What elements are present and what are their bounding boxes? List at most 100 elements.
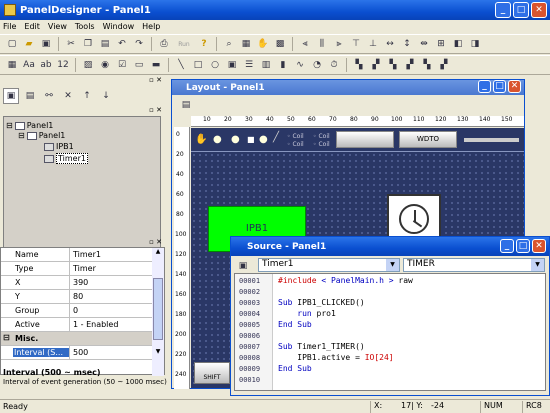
move-up-icon[interactable]: ↑ [79,88,95,104]
hierarchy-icon[interactable]: ⚯ [41,88,57,104]
code-line[interactable]: End Sub [278,320,312,329]
bulb-icon[interactable]: ● [259,134,268,145]
menu-view[interactable]: View [48,22,67,31]
bitmap-icon[interactable]: ▨ [80,57,96,73]
image-icon[interactable]: ▣ [224,57,240,73]
text-icon[interactable]: Aa [21,57,37,73]
layout-close-button[interactable]: ✕ [508,80,521,93]
prop-row[interactable]: X 390 [1,276,153,290]
shift-button[interactable]: SHIFT [194,362,230,384]
collapse-icon[interactable]: ⊟ [3,333,10,342]
number-icon[interactable]: 12 [55,57,71,73]
prop-row[interactable]: Group 0 [1,304,153,318]
open-icon[interactable]: ▰ [21,36,37,52]
same-height-icon[interactable]: ↕ [399,36,415,52]
code-line[interactable]: run pro1 [278,309,336,318]
tree-item-ipb1[interactable]: IPB1 [44,142,74,151]
toggle-icon[interactable]: ▬ [148,57,164,73]
chart-icon[interactable]: ▮ [275,57,291,73]
grid-icon[interactable]: ▩ [272,36,288,52]
stop-icon[interactable]: ■ [247,135,255,144]
source-maximize-button[interactable]: □ [516,239,530,253]
align-right-icon[interactable]: ⫸ [331,36,347,52]
align-top-icon[interactable]: ⊤ [348,36,364,52]
ellipse-icon[interactable]: ○ [207,57,223,73]
order-4-icon[interactable]: ▞ [402,57,418,73]
prop-row[interactable]: Y 80 [1,290,153,304]
prop-row[interactable]: Active 1 - Enabled [1,318,153,332]
line-icon[interactable]: ╲ [173,57,189,73]
move-down-icon[interactable]: ↓ [98,88,114,104]
zoom-icon[interactable]: ⌕ [221,36,237,52]
tree-root[interactable]: ⊟ Panel1 [6,121,53,130]
code-line[interactable]: Sub IPB1_CLICKED() [278,298,365,307]
expand-icon[interactable]: ⊟ [18,131,25,140]
prop-row[interactable]: Name Timer1 [1,248,153,262]
menu-tools[interactable]: Tools [75,22,95,31]
option-4[interactable]: ◦ Coil [313,141,330,148]
new-icon[interactable]: ▢ [4,36,20,52]
label-icon[interactable]: ab [38,57,54,73]
panel-pin[interactable]: ▫ ✕ [0,76,165,86]
table-icon[interactable]: ▦ [4,57,20,73]
close-button[interactable]: ✕ [531,2,547,18]
order-2-icon[interactable]: ▞ [368,57,384,73]
minimize-button[interactable]: _ [495,2,511,18]
chevron-down-icon[interactable]: ▼ [531,259,544,271]
order-5-icon[interactable]: ▚ [419,57,435,73]
layout-page-icon[interactable]: ▤ [178,97,194,113]
menu-window[interactable]: Window [103,22,135,31]
redo-icon[interactable]: ↷ [131,36,147,52]
code-line[interactable]: Sub Timer1_TIMER() [278,342,365,351]
send-back-icon[interactable]: ◨ [467,36,483,52]
layout-maximize-button[interactable]: □ [493,80,506,93]
option-1[interactable]: ◦ Coil [287,133,304,140]
pen-icon[interactable]: ╱ [273,132,279,143]
cut-icon[interactable]: ✂ [63,36,79,52]
print-icon[interactable]: ⎙ [156,36,172,52]
event-select[interactable]: TIMER ▼ [403,258,545,272]
align-left-icon[interactable]: ⫷ [297,36,313,52]
scroll-thumb[interactable] [153,278,163,340]
code-line[interactable]: IPB1.active = IO[24] [278,353,393,362]
hand-icon[interactable]: ✋ [255,36,271,52]
menu-edit[interactable]: Edit [24,22,40,31]
code-editor[interactable]: 00001 #include < PanelMain.h > raw 00002… [234,273,546,391]
panel-slider[interactable] [464,138,519,142]
run-button[interactable]: Run [173,36,195,52]
help-icon[interactable]: ? [196,36,212,52]
props-scrollbar[interactable]: ▲ ▼ [152,248,164,376]
radio-icon[interactable]: ◉ [97,57,113,73]
delete-icon[interactable]: ✕ [60,88,76,104]
source-close-button[interactable]: ✕ [532,239,546,253]
list-icon[interactable]: ☰ [241,57,257,73]
rect-icon[interactable]: □ [190,57,206,73]
prop-row[interactable]: Type Timer [1,262,153,276]
bar-graph-icon[interactable]: ▥ [258,57,274,73]
page-icon[interactable]: ▤ [22,88,38,104]
bulb-icon[interactable]: ● [231,134,240,145]
code-line[interactable]: End Sub [278,364,312,373]
layout-minimize-button[interactable]: _ [478,80,491,93]
order-1-icon[interactable]: ▚ [351,57,367,73]
order-3-icon[interactable]: ▚ [385,57,401,73]
align-bottom-icon[interactable]: ⊥ [365,36,381,52]
meter-icon[interactable]: ◔ [309,57,325,73]
center-icon[interactable]: ⊞ [433,36,449,52]
prop-section[interactable]: ⊟ Misc. [1,332,153,346]
timer-icon[interactable]: ⏱ [326,57,342,73]
tree-pin[interactable]: ▫ ✕ [149,106,165,116]
scroll-down-icon[interactable]: ▼ [152,348,164,355]
check-icon[interactable]: ☑ [114,57,130,73]
undo-icon[interactable]: ↶ [114,36,130,52]
align-center-icon[interactable]: ⫼ [314,36,330,52]
expand-icon[interactable]: ⊟ [6,121,13,130]
tree-panel[interactable]: ⊟ Panel1 [18,131,65,140]
space-icon[interactable]: ⇹ [416,36,432,52]
paste-icon[interactable]: ▤ [97,36,113,52]
save-icon[interactable]: ▣ [38,36,54,52]
chevron-down-icon[interactable]: ▼ [386,259,399,271]
menu-file[interactable]: File [3,22,16,31]
object-select[interactable]: Timer1 ▼ [258,258,400,272]
trend-icon[interactable]: ∿ [292,57,308,73]
